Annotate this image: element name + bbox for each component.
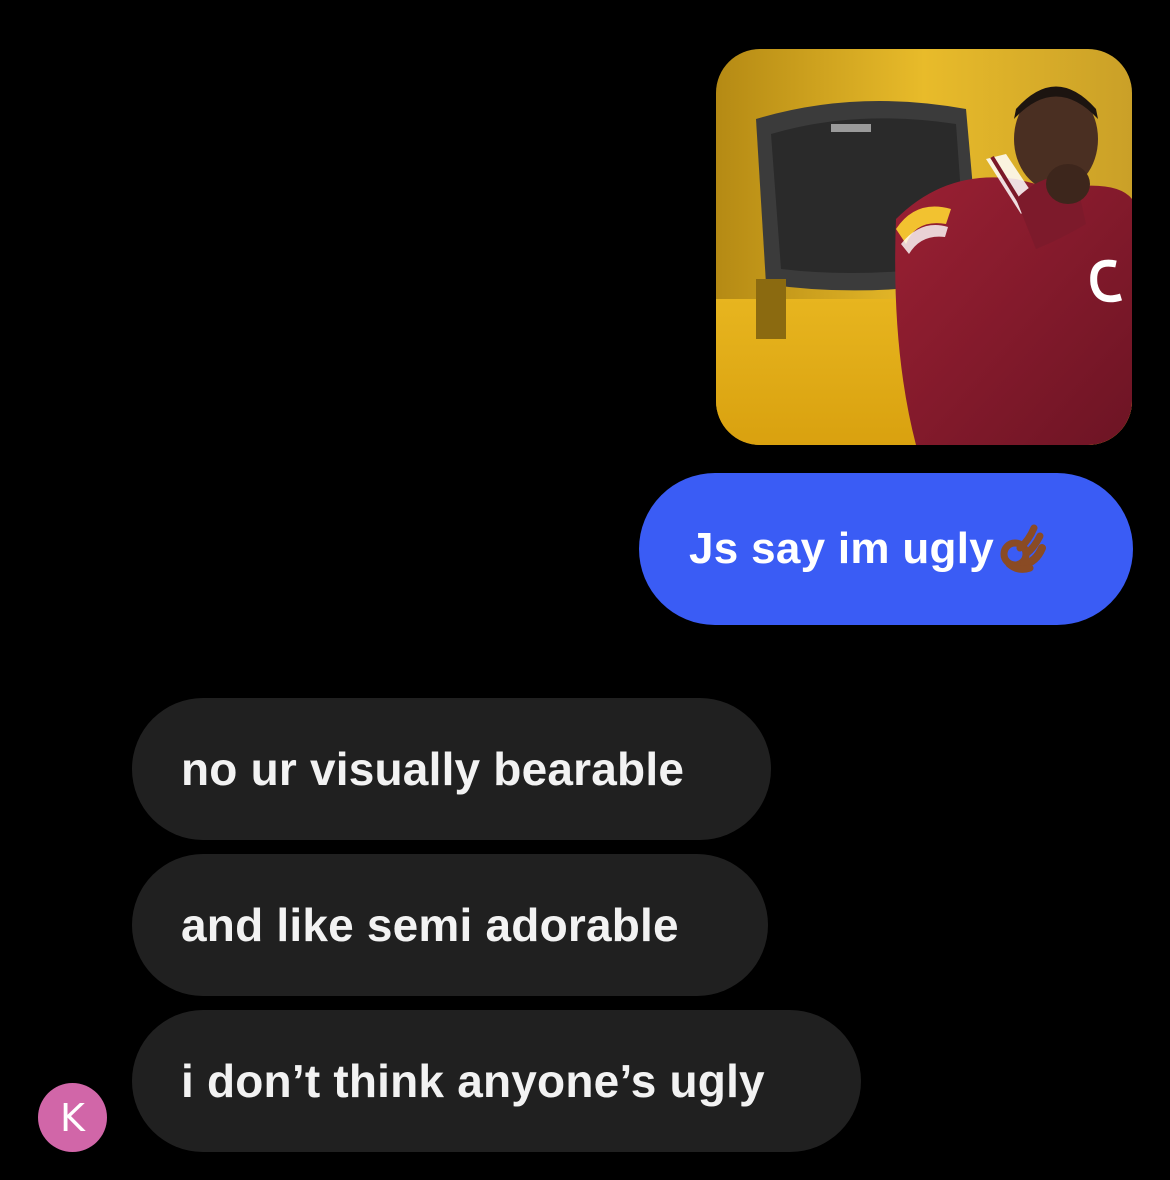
sent-message-text: Js say im ugly xyxy=(689,524,995,573)
photo-attachment-icon xyxy=(716,49,1132,445)
contact-avatar[interactable]: K xyxy=(38,1083,107,1152)
received-message-text: i don’t think anyone’s ugly xyxy=(181,1055,765,1107)
ok-hand-icon xyxy=(996,518,1047,574)
avatar-initial: K xyxy=(60,1095,85,1140)
received-message-text: no ur visually bearable xyxy=(181,743,685,795)
received-message-bubble[interactable]: and like semi adorable xyxy=(132,854,768,996)
chat-thread: Js say im ugly no ur visually bearable a… xyxy=(0,0,1170,1180)
received-message-bubble[interactable]: i don’t think anyone’s ugly xyxy=(132,1010,861,1152)
received-message-bubble[interactable]: no ur visually bearable xyxy=(132,698,771,840)
received-message-text: and like semi adorable xyxy=(181,899,679,951)
sent-image-message[interactable] xyxy=(716,49,1132,445)
sent-message-bubble[interactable]: Js say im ugly xyxy=(639,473,1133,625)
